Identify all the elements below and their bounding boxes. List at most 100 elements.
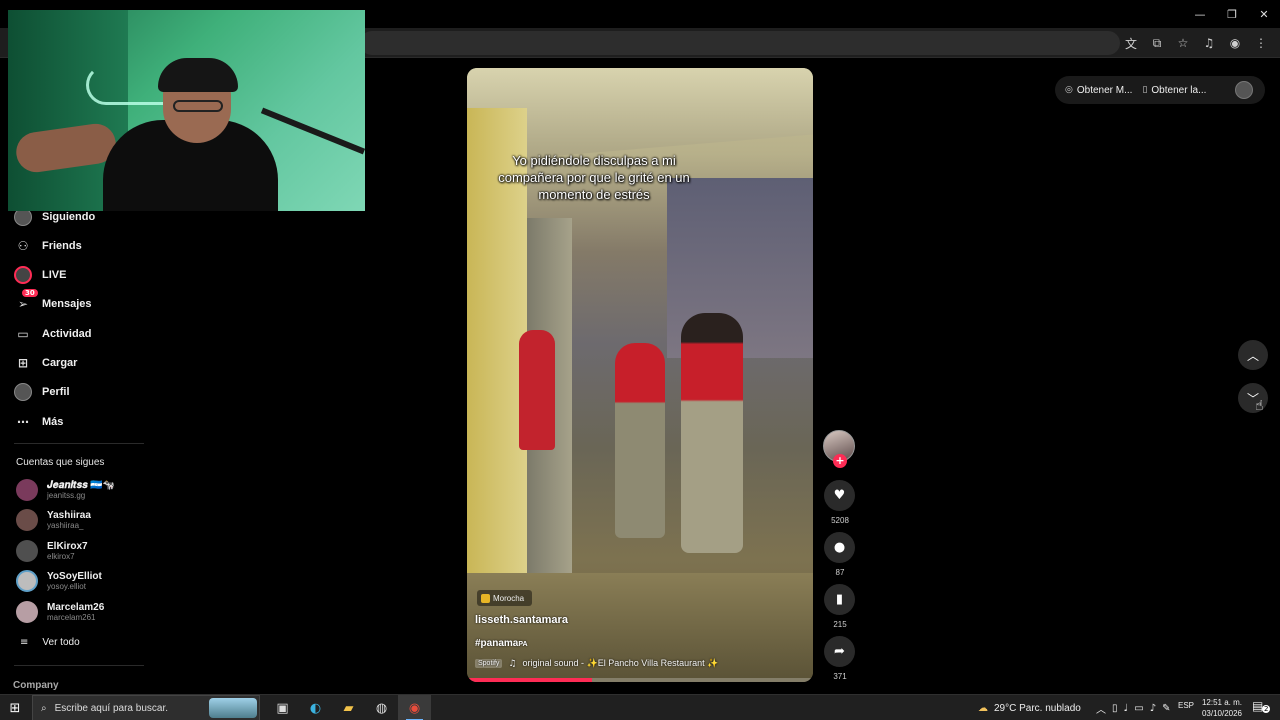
video-tag[interactable]: Morocha [477,590,533,606]
network-icon[interactable]: ▭ [1134,703,1143,714]
sound-label: original sound - ✨El Pancho Villa Restau… [522,658,719,668]
music-note-icon: ♫ [508,658,517,669]
activity-icon: ▭ [17,327,29,341]
taskbar-search[interactable]: ⌕ Escribe aquí para buscar. [32,695,260,720]
weather-widget[interactable]: ☁ 29°C Parc. nublado [978,695,1081,720]
like-button[interactable]: ♥ [824,480,855,511]
account-handle: jeanitss.gg [47,490,86,500]
action-column: + ♥ 5208 ● 87 ▮ 215 ➦ 371 [822,428,858,688]
pill-label: Obtener M... [1076,84,1133,96]
save-button[interactable]: ▮ [824,584,855,615]
avatar [16,601,38,623]
volume-icon[interactable]: ♪ [1150,703,1156,714]
edge-icon[interactable]: ◐ [299,695,332,720]
sidebar-item-more[interactable]: ⋯ Más [14,411,63,433]
sidebar-item-profile[interactable]: Perfil [14,381,70,403]
see-all-link[interactable]: ≡ Ver todo [20,637,80,648]
taskbar-clock[interactable]: 12:51 a. m. 03/10/2026 [1198,697,1246,719]
sidebar-item-activity[interactable]: ▭ Actividad [14,323,91,345]
sidebar-item-label: Perfil [42,386,70,398]
start-button[interactable]: ⊞ [6,699,24,717]
address-bar[interactable] [360,31,1120,55]
profile-icon[interactable]: ◉ [1224,32,1246,54]
follow-plus-icon[interactable]: + [833,454,847,468]
sidebar-item-upload[interactable]: ⊞ Cargar [14,352,78,374]
following-account[interactable]: Yashiiraa yashiiraa_ [16,507,91,533]
previous-video-button[interactable]: ︿ [1238,340,1268,370]
get-app-button[interactable]: ▯ Obtener la... [1142,85,1206,96]
share-button[interactable]: ➦ [824,636,855,667]
hand-cursor-icon: ☝ [1255,398,1264,414]
device-icon[interactable]: ▯ [1112,703,1118,714]
account-name: Yashiiraa [47,509,91,521]
windows-icon: ⊞ [9,700,21,716]
search-placeholder: Escribe aquí para buscar. [54,702,169,714]
menu-icon[interactable]: ⋮ [1250,32,1272,54]
search-highlight-image [209,698,257,718]
sidebar-item-friends[interactable]: ⚇ Friends [14,235,82,257]
more-icon: ⋯ [17,415,29,429]
microphone-icon[interactable]: ♩ [1124,703,1129,714]
avatar [16,570,38,592]
minimize-button[interactable]: — [1184,0,1216,28]
screen: — ❐ ✕ 文 ⧉ ☆ ♫ ◉ ⋮ Siguiendo ⚇ Friends LI… [0,0,1280,720]
video-progress-bar[interactable] [467,678,813,682]
get-coins-button[interactable]: ◎ Obtener M... [1065,85,1132,96]
account-name: 𝑱𝒆𝒂𝒏𝒊𝒕𝒔𝒔 🇭🇳🐄 [47,479,116,491]
messages-icon: ➢ 30 [14,289,38,313]
video-player[interactable]: Yo pidiéndole disculpas a mi compañera p… [467,68,813,682]
bookmark-star-icon[interactable]: ☆ [1172,32,1194,54]
divider [14,443,144,444]
chevron-up-tray-icon[interactable]: ︿ [1096,701,1106,716]
video-hashtag[interactable]: #panamaPA [475,638,528,649]
spotify-badge: Spotify [475,659,503,668]
coin-icon: ◎ [1065,85,1073,95]
avatar [16,479,38,501]
close-button[interactable]: ✕ [1248,0,1280,28]
sidebar-item-messages[interactable]: ➢ 30 Mensajes [14,289,92,315]
hashtag-text: #panama [475,638,519,649]
language-indicator[interactable]: ESP [1178,701,1194,710]
media-icon[interactable]: ♫ [1198,32,1220,54]
messages-badge: 30 [22,289,38,297]
account-handle: yashiiraa_ [47,520,84,530]
live-icon [14,266,32,284]
bookmark-icon: ▮ [835,592,844,607]
list-icon: ≡ [20,637,29,648]
comment-button[interactable]: ● [824,532,855,563]
following-account[interactable]: ElKirox7 elkirox7 [16,538,88,564]
profile-avatar-icon [14,383,32,401]
following-account[interactable]: YoSoyElliot yosoy.elliot [16,568,102,594]
obs-icon[interactable]: ◍ [365,695,398,720]
company-link[interactable]: Company [13,680,59,691]
streamer-glasses [173,100,223,112]
translate-icon[interactable]: 文 [1120,32,1142,54]
chevron-up-icon: ︿ [1246,348,1259,363]
video-username[interactable]: lisseth.santamara [475,614,568,626]
user-avatar[interactable] [1235,81,1253,99]
account-handle: marcelam261 [47,612,96,622]
windows-taskbar: ⊞ ⌕ Escribe aquí para buscar. ▣ ◐ ▰ ◍ ◉ … [0,694,1280,720]
video-caption: Yo pidiéndole disculpas a mi compañera p… [498,153,690,202]
sidebar-item-live[interactable]: LIVE [14,264,66,286]
account-name: ElKirox7 [47,540,88,552]
video-sound[interactable]: Spotify ♫ original sound - ✨El Pancho Vi… [475,658,718,669]
save-count: 215 [833,620,847,629]
restore-button[interactable]: ❐ [1216,0,1248,28]
task-view-icon[interactable]: ▣ [266,695,299,720]
file-explorer-icon[interactable]: ▰ [332,695,365,720]
share-count: 371 [833,672,847,681]
cast-icon[interactable]: ⧉ [1146,32,1168,54]
edit-icon[interactable]: ✎ [1162,703,1170,714]
chrome-icon[interactable]: ◉ [398,695,431,720]
notification-center[interactable]: ▤ 2 [1252,699,1271,713]
account-handle: elkirox7 [47,551,75,561]
friends-icon: ⚇ [17,239,29,253]
following-account[interactable]: 𝑱𝒆𝒂𝒏𝒊𝒕𝒔𝒔 🇭🇳🐄 jeanitss.gg [16,477,115,503]
following-account[interactable]: Marcelam26 marcelam261 [16,599,104,625]
heart-icon: ♥ [833,488,846,503]
divider [14,665,144,666]
share-icon: ➦ [834,644,845,659]
fire-extinguisher [519,330,555,450]
sidebar-item-label: Siguiendo [42,211,96,223]
